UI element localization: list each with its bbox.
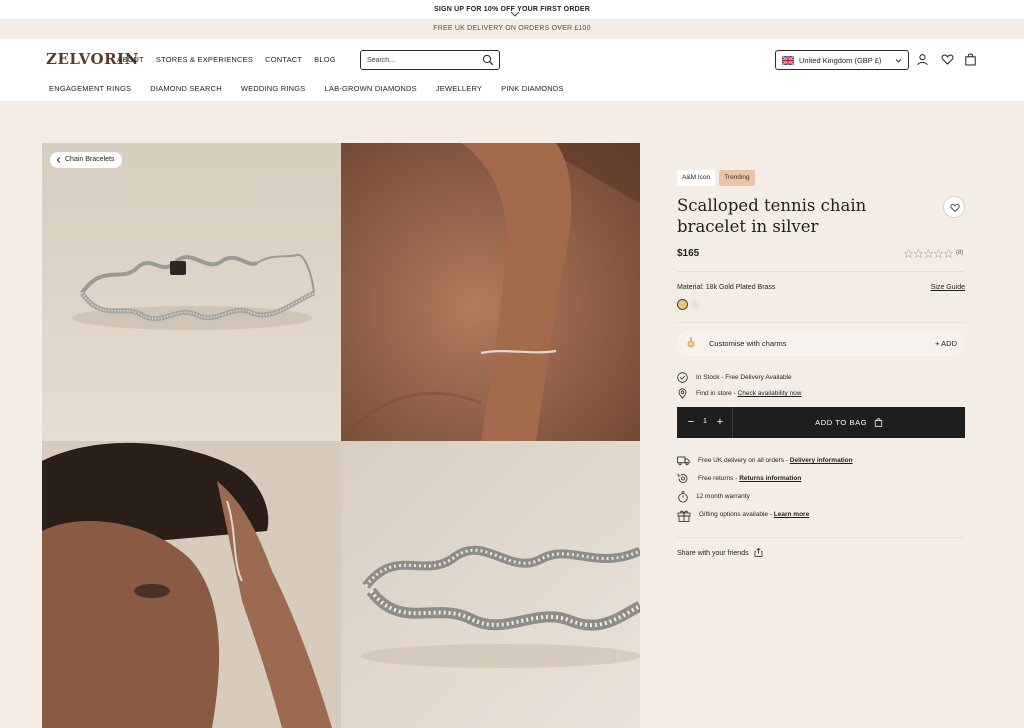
nav-jewellery[interactable]: JEWELLERY — [436, 84, 482, 93]
divider — [677, 271, 965, 272]
badge-icon: A&M Icon — [677, 170, 716, 186]
divider — [677, 322, 965, 323]
search-input[interactable] — [367, 54, 477, 67]
share-button[interactable]: Share with your friends — [677, 547, 763, 557]
star-icon — [924, 249, 933, 258]
nav-blog[interactable]: BLOG — [314, 55, 336, 64]
delivery-banner: FREE UK DELIVERY ON ORDERS OVER £100 — [0, 19, 1024, 39]
returns-info-link[interactable]: Returns information — [739, 475, 801, 482]
site-header: ZELVORIN ABOUT STORES & EXPERIENCES CONT… — [0, 39, 1024, 101]
back-label: Chain Bracelets — [65, 156, 115, 163]
star-icon — [914, 249, 923, 258]
chevron-down-icon — [895, 59, 902, 63]
swatch-gold[interactable] — [677, 299, 688, 310]
gifting-text: Gifting options available - — [699, 511, 774, 518]
check-circle-icon — [677, 372, 688, 383]
product-gallery — [42, 143, 640, 728]
nav-lab-grown-diamonds[interactable]: LAB-GROWN DIAMONDS — [325, 84, 417, 93]
purchase-bar: − 1 + ADD TO BAG — [677, 407, 965, 438]
uk-flag-icon — [782, 56, 794, 65]
add-to-bag-label: ADD TO BAG — [815, 418, 868, 427]
product-panel: A&M Icon Trending Scalloped tennis chain… — [677, 170, 965, 557]
warranty-text: 12 month warranty — [696, 493, 750, 500]
country-label: United Kingdom (GBP £) — [799, 56, 882, 65]
nav-wedding-rings[interactable]: WEDDING RINGS — [241, 84, 306, 93]
add-to-bag-button[interactable]: ADD TO BAG — [733, 407, 965, 438]
badge-trending: Trending — [719, 170, 755, 186]
category-nav: ENGAGEMENT RINGS DIAMOND SEARCH WEDDING … — [49, 84, 564, 93]
gift-icon — [677, 510, 691, 522]
stopwatch-icon — [678, 491, 688, 503]
nav-stores[interactable]: STORES & EXPERIENCES — [156, 55, 253, 64]
size-guide-link[interactable]: Size Guide — [931, 284, 965, 291]
delivery-text: Free UK delivery on all orders - — [698, 457, 790, 464]
gifting-learn-more-link[interactable]: Learn more — [774, 511, 809, 518]
location-pin-icon — [678, 388, 687, 399]
heart-icon — [950, 204, 960, 212]
check-availability-link[interactable]: Check availability now — [738, 390, 802, 397]
product-image-studio[interactable] — [42, 143, 341, 441]
find-store-text: Find in store - — [696, 390, 738, 397]
chevron-down-icon[interactable] — [509, 10, 521, 18]
top-nav: ABOUT STORES & EXPERIENCES CONTACT BLOG — [117, 55, 336, 64]
search-box — [360, 50, 500, 70]
material-label: Material: 18k Gold Plated Brass — [677, 284, 776, 291]
product-title: Scalloped tennis chain bracelet in silve… — [677, 196, 867, 236]
star-icon — [934, 249, 943, 258]
nav-about[interactable]: ABOUT — [117, 55, 144, 64]
bag-icon — [874, 418, 882, 427]
share-icon — [754, 547, 762, 557]
wishlist-icon[interactable] — [941, 53, 954, 66]
quantity-increase-button[interactable]: + — [714, 416, 726, 428]
product-image-model-portrait[interactable] — [42, 441, 341, 728]
returns-icon — [677, 473, 688, 483]
star-icon — [904, 249, 913, 258]
customise-charms-row[interactable]: Customise with charms + ADD — [677, 330, 965, 356]
share-label: Share with your friends — [677, 550, 749, 557]
chevron-left-icon — [56, 157, 61, 163]
nav-contact[interactable]: CONTACT — [265, 55, 302, 64]
stock-text: In Stock - Free Delivery Available — [696, 374, 792, 381]
customise-label: Customise with charms — [709, 339, 787, 348]
country-selector[interactable]: United Kingdom (GBP £) — [775, 50, 909, 70]
search-icon[interactable] — [482, 54, 494, 66]
divider — [677, 537, 965, 538]
nav-pink-diamonds[interactable]: PINK DIAMONDS — [501, 84, 564, 93]
product-price: $165 — [677, 248, 700, 259]
charm-icon — [687, 337, 695, 348]
product-badges: A&M Icon Trending — [677, 170, 965, 186]
back-to-category-button[interactable]: Chain Bracelets — [50, 152, 123, 168]
delivery-info-link[interactable]: Delivery information — [790, 457, 853, 464]
quantity-value: 1 — [703, 418, 707, 425]
wishlist-button[interactable] — [943, 196, 965, 218]
delivery-truck-icon — [677, 456, 690, 466]
add-charm-button[interactable]: + ADD — [935, 339, 957, 348]
swatch-silver[interactable] — [691, 300, 700, 309]
rating-stars[interactable] — [904, 249, 953, 258]
product-image-model-wrist[interactable] — [341, 143, 640, 441]
bag-icon[interactable] — [964, 53, 977, 66]
returns-text: Free returns - — [698, 475, 740, 482]
nav-engagement-rings[interactable]: ENGAGEMENT RINGS — [49, 84, 131, 93]
nav-diamond-search[interactable]: DIAMOND SEARCH — [150, 84, 222, 93]
quantity-decrease-button[interactable]: − — [685, 416, 697, 428]
star-icon — [944, 249, 953, 258]
account-icon[interactable] — [916, 53, 929, 66]
product-image-closeup[interactable] — [341, 441, 640, 728]
review-count[interactable]: (8) — [956, 250, 963, 256]
